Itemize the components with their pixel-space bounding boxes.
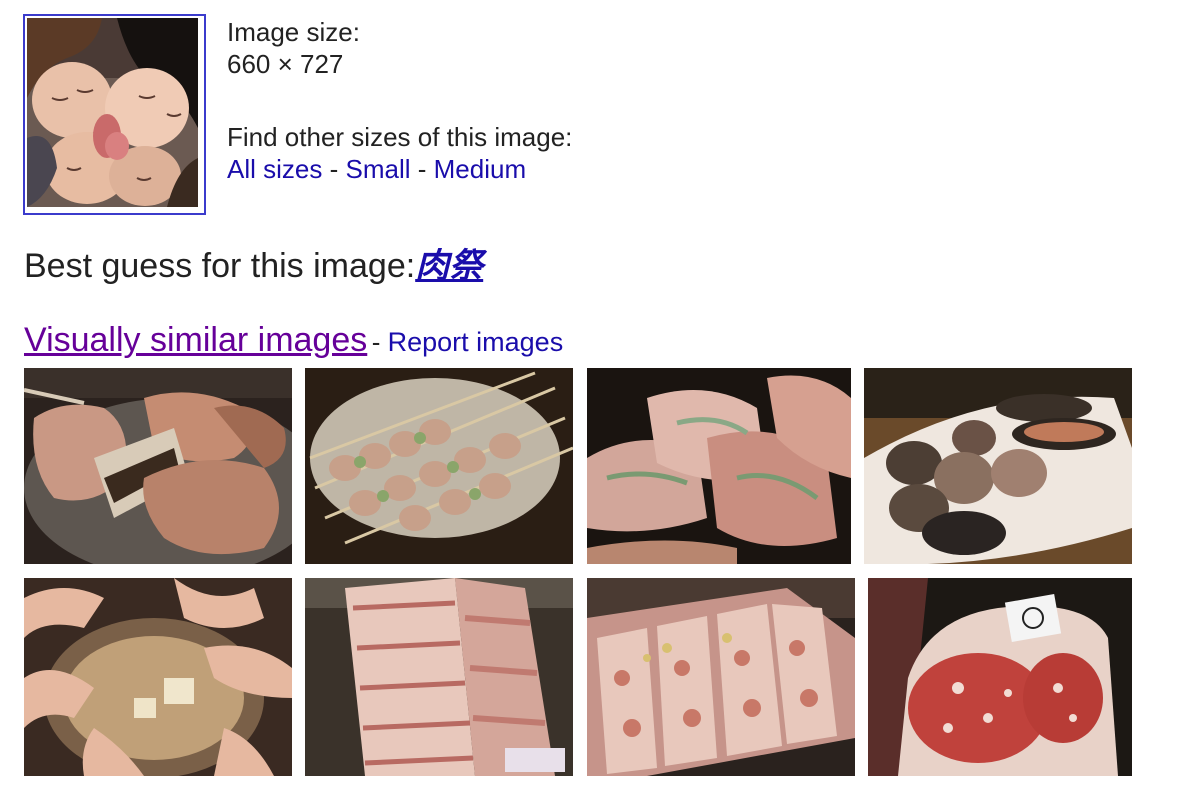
similar-separator: - <box>371 327 388 357</box>
raw-meat-slices-thumbnail[interactable] <box>587 368 851 564</box>
size-separator: - <box>329 154 346 184</box>
visually-similar-images-link[interactable]: Visually similar images <box>24 321 367 359</box>
yakitori-skewers-thumbnail[interactable] <box>305 368 573 564</box>
similar-images-header: Visually similar images - Report images <box>24 318 563 369</box>
image-info: Image size: 660 × 727 Find other sizes o… <box>227 16 572 185</box>
grilled-pork-thumbnail[interactable] <box>24 368 292 564</box>
other-sizes-label: Find other sizes of this image: <box>227 122 573 152</box>
size-separator: - <box>417 154 434 184</box>
hotpot-hands-thumbnail[interactable] <box>24 578 292 776</box>
medium-size-link[interactable]: Medium <box>434 154 526 184</box>
search-by-image-results: Image size: 660 × 727 Find other sizes o… <box>0 0 1192 808</box>
clams-plate-thumbnail[interactable] <box>864 368 1132 564</box>
size-links: All sizes - Small - Medium <box>227 153 572 185</box>
best-guess-label: Best guess for this image: <box>24 247 416 285</box>
beef-rib-slab-thumbnail[interactable] <box>868 578 1132 776</box>
pork-belly-slab-thumbnail[interactable] <box>305 578 573 776</box>
image-size-value: 660 × 727 <box>227 49 344 79</box>
best-guess-link[interactable]: 肉祭 <box>415 247 483 285</box>
all-sizes-link[interactable]: All sizes <box>227 154 322 184</box>
query-image-thumbnail[interactable] <box>23 14 206 215</box>
report-images-link[interactable]: Report images <box>388 327 564 357</box>
image-size-label: Image size: <box>227 17 360 47</box>
small-size-link[interactable]: Small <box>345 154 410 184</box>
wagyu-platter-thumbnail[interactable] <box>587 578 855 776</box>
best-guess: Best guess for this image:肉祭 <box>24 244 483 288</box>
